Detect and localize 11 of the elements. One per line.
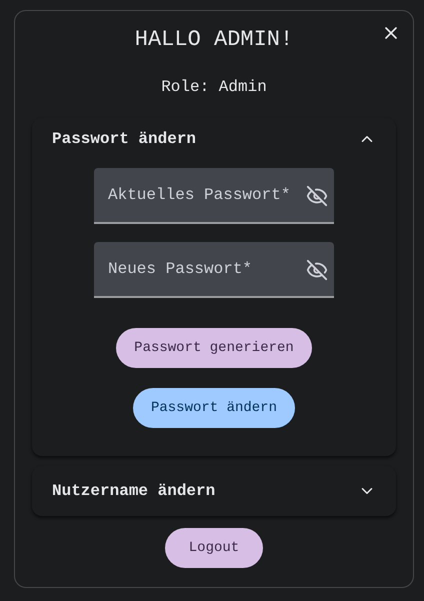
- submit-button[interactable]: Passwort ändern: [132, 388, 295, 428]
- eye-off-icon[interactable]: [306, 259, 328, 281]
- eye-off-icon[interactable]: [306, 185, 328, 207]
- accordion-header[interactable]: Passwort ändern: [32, 118, 396, 160]
- generate-button[interactable]: Passwort generieren: [116, 328, 312, 368]
- password-field[interactable]: Aktuelles Passwort*: [94, 168, 334, 224]
- password-field[interactable]: Neues Passwort*: [94, 242, 334, 298]
- logout-button[interactable]: Logout: [164, 528, 264, 568]
- accordion-header[interactable]: Nutzername ändern: [32, 466, 396, 516]
- dialog-title: HALLO ADMIN!: [134, 27, 294, 52]
- role-label: Role: Admin: [161, 78, 267, 96]
